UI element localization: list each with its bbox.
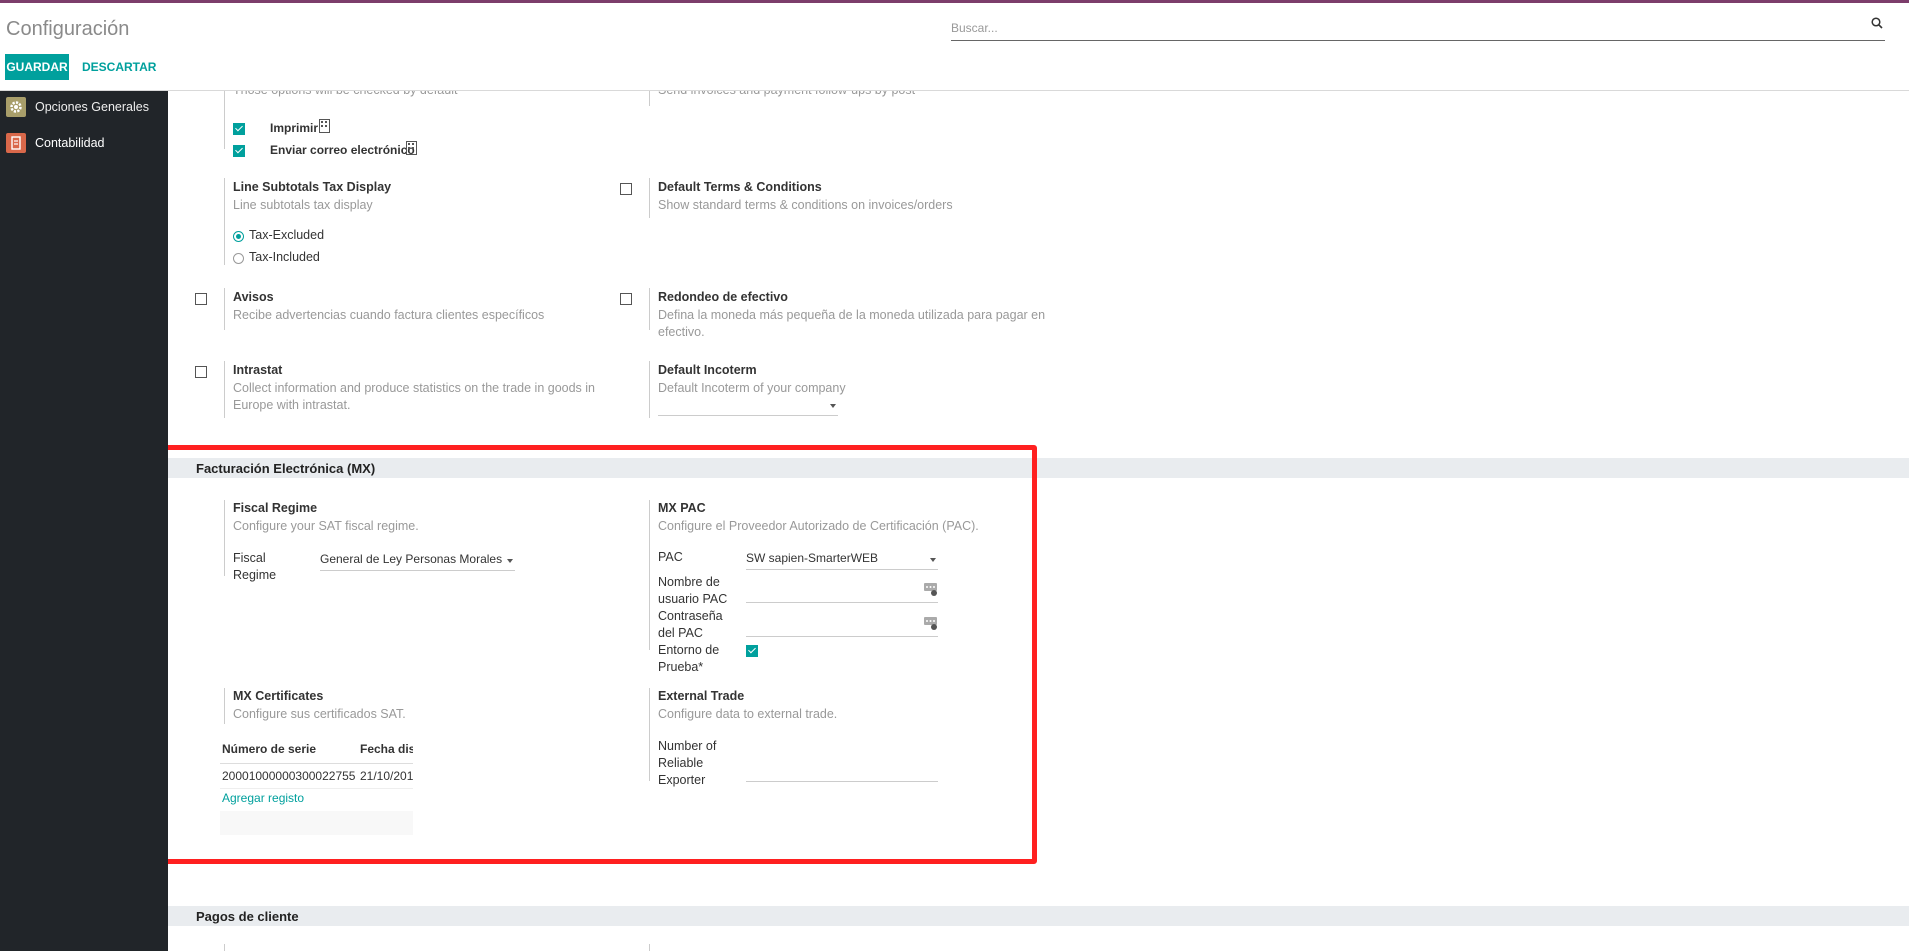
redondeo-checkbox[interactable] — [620, 293, 632, 305]
page-title: Configuración — [6, 18, 130, 40]
redondeo-description-line2: efectivo. — [658, 325, 705, 339]
section-header-pagos: Pagos de cliente — [168, 906, 1909, 926]
highlight-frame — [168, 445, 1037, 864]
invoice-icon — [6, 133, 26, 153]
intrastat-title: Intrastat — [233, 363, 283, 377]
default-terms-title: Default Terms & Conditions — [658, 180, 822, 194]
divider — [224, 178, 225, 265]
intrastat-description-line2: Europe with intrastat. — [233, 398, 351, 412]
intrastat-description-line1: Collect information and produce statisti… — [233, 381, 596, 395]
avisos-description: Recibe advertencias cuando factura clien… — [233, 308, 545, 322]
settings-content: Those options will be checked by default… — [168, 91, 1909, 951]
divider — [649, 944, 650, 951]
search-input[interactable]: Buscar... — [951, 14, 1885, 41]
divider — [224, 91, 225, 149]
divider — [224, 361, 225, 418]
incoterm-title: Default Incoterm — [658, 363, 757, 377]
sidebar-item-label: Contabilidad — [35, 136, 105, 150]
divider — [649, 91, 650, 106]
sidebar-item-accounting[interactable]: Contabilidad — [0, 128, 168, 158]
redondeo-title: Redondeo de efectivo — [658, 290, 788, 304]
avisos-checkbox[interactable] — [195, 293, 207, 305]
default-terms-description: Show standard terms & conditions on invo… — [658, 198, 953, 212]
gear-icon — [6, 97, 26, 117]
tax-excluded-label: Tax-Excluded — [249, 228, 325, 242]
sidebar-item-label: Opciones Generales — [35, 100, 149, 114]
email-label: Enviar correo electrónico — [270, 143, 415, 157]
section-title: Pagos de cliente — [196, 909, 299, 924]
redondeo-description-line1: Defina la moneda más pequeña de la moned… — [658, 308, 1046, 322]
control-panel: Configuración Buscar... GUARDAR DESCARTA… — [0, 3, 1909, 91]
incoterm-select[interactable] — [658, 397, 838, 416]
search-placeholder: Buscar... — [951, 21, 998, 35]
tax-included-radio[interactable] — [233, 253, 244, 264]
search-icon[interactable] — [1871, 17, 1883, 32]
chevron-down-icon — [830, 404, 836, 408]
email-checkbox[interactable] — [233, 145, 245, 157]
divider — [649, 361, 650, 418]
sidebar-item-general-settings[interactable]: Opciones Generales — [0, 92, 168, 122]
avisos-title: Avisos — [233, 290, 274, 304]
incoterm-description: Default Incoterm of your company — [658, 381, 846, 395]
company-icon — [406, 141, 417, 158]
default-terms-checkbox[interactable] — [620, 183, 632, 195]
line-subtotals-description: Line subtotals tax display — [233, 198, 373, 212]
print-checkbox[interactable] — [233, 123, 245, 135]
save-button[interactable]: GUARDAR — [5, 54, 69, 80]
divider — [649, 178, 650, 218]
company-icon — [319, 119, 330, 136]
settings-sidebar: Opciones Generales Contabilidad — [0, 91, 168, 951]
intrastat-checkbox[interactable] — [195, 366, 207, 378]
print-label: Imprimir — [270, 121, 319, 135]
tax-excluded-radio[interactable] — [233, 231, 244, 242]
divider — [224, 944, 225, 951]
line-subtotals-title: Line Subtotals Tax Display — [233, 180, 392, 194]
discard-button[interactable]: DESCARTAR — [82, 54, 156, 80]
divider — [224, 288, 225, 330]
tax-included-label: Tax-Included — [249, 250, 320, 264]
divider — [649, 288, 650, 330]
defaults-description: Those options will be checked by default — [233, 91, 457, 99]
post-description: Send invoices and payment follow-ups by … — [658, 91, 915, 99]
